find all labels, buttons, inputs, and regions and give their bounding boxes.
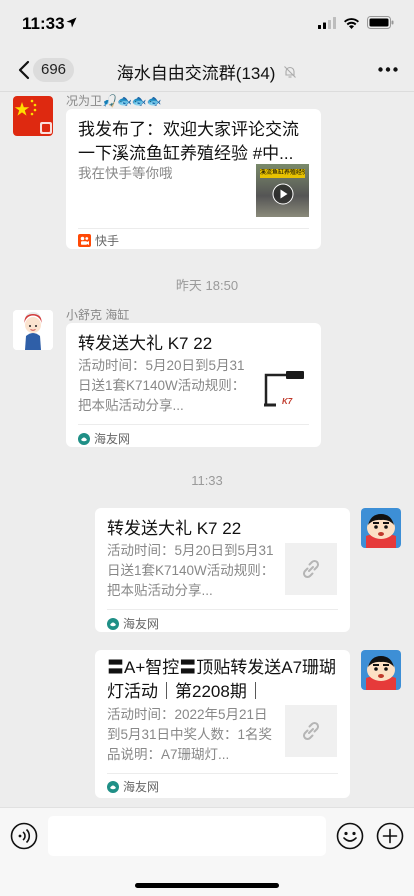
my-share-card[interactable]: 〓A+智控〓顶贴转发送A7珊瑚灯活动｜第2208期｜ 活动时间：2022年5月2… — [95, 650, 350, 798]
card-divider — [78, 424, 309, 425]
home-indicator[interactable] — [135, 883, 279, 888]
status-indicators — [318, 16, 394, 29]
battery-icon — [367, 16, 394, 29]
china-flag-icon — [13, 96, 53, 136]
card-source: 快手 — [78, 232, 119, 249]
timestamp-label: 11:33 — [191, 473, 223, 488]
card-title: 转发送大礼 K7 22 — [78, 334, 213, 353]
chat-title[interactable]: 海水自由交流群(134) — [0, 59, 414, 84]
haiyou-logo-icon — [78, 432, 90, 445]
haiyou-share-card[interactable]: 转发送大礼 K7 22 活动时间：5月20日到5月31日送1套K7140W活动规… — [66, 323, 321, 447]
product-thumbnail: K7 — [256, 361, 309, 414]
status-bar: 11:33 — [0, 0, 414, 48]
more-options-icon[interactable] — [378, 67, 398, 72]
led-light-product-icon — [256, 361, 309, 414]
card-source: 海友网 — [78, 430, 130, 447]
wifi-icon — [344, 17, 359, 29]
timestamp-label: 昨天 18:50 — [175, 278, 239, 293]
card-source: 海友网 — [107, 778, 159, 795]
card-title: 转发送大礼 K7 22 — [107, 519, 242, 538]
crayon-shin-chan-avatar-icon — [361, 508, 401, 548]
sender-name: 况为卫🎣🐟🐟🐟 — [66, 94, 162, 108]
emoji-icon[interactable] — [336, 822, 364, 850]
my-avatar[interactable] — [361, 508, 401, 548]
cellular-signal-icon — [318, 16, 336, 29]
voice-input-icon[interactable] — [10, 822, 38, 850]
cartoon-pilot-avatar-icon — [13, 310, 53, 350]
haiyou-logo-icon — [107, 780, 119, 793]
status-time: 11:33 — [22, 14, 65, 33]
card-source-label: 快手 — [95, 234, 120, 248]
sender-avatar-china-flag[interactable] — [13, 96, 53, 136]
thumbnail-caption: 溪流鱼缸养殖经验 — [260, 169, 305, 178]
card-description: 活动时间：2022年5月21日到5月31日中奖人数：1名奖品说明：A7珊瑚灯..… — [107, 707, 273, 762]
link-icon — [302, 559, 320, 579]
video-thumbnail: 溪流鱼缸养殖经验 — [256, 164, 309, 217]
location-arrow-icon — [66, 17, 77, 28]
crayon-shin-chan-avatar-icon — [361, 650, 401, 690]
kuaishou-share-card[interactable]: 我发布了：欢迎大家评论交流一下溪流鱼缸养殖经验 #中... 我在快手等你哦 溪流… — [66, 109, 321, 249]
card-description: 活动时间：5月20日到5月31日送1套K7140W活动规则：把本贴活动分享... — [78, 358, 246, 413]
message-text-input[interactable] — [48, 816, 326, 856]
sender-avatar-cartoon[interactable] — [13, 310, 53, 350]
card-description: 活动时间：5月20日到5月31日送1套K7140W活动规则：把本贴活动分享... — [107, 543, 275, 598]
chat-title-text: 海水自由交流群(134) — [116, 64, 276, 83]
chat-header: 696 海水自由交流群(134) — [0, 48, 414, 92]
kuaishou-logo-icon — [78, 234, 91, 247]
add-more-icon[interactable] — [376, 822, 404, 850]
link-thumbnail — [285, 705, 337, 757]
card-source-label: 海友网 — [94, 432, 131, 446]
card-title: 我发布了：欢迎大家评论交流一下溪流鱼缸养殖经验 #中... — [78, 120, 299, 163]
card-title: 〓A+智控〓顶贴转发送A7珊瑚灯活动｜第2208期｜ — [107, 658, 337, 701]
haiyou-logo-icon — [107, 617, 119, 630]
card-source-label: 海友网 — [123, 780, 160, 794]
thumbnail-caption: K7 — [282, 397, 293, 406]
link-thumbnail — [285, 543, 337, 595]
card-divider — [107, 609, 338, 610]
card-divider — [107, 773, 338, 774]
card-source: 海友网 — [107, 615, 159, 632]
card-description: 我在快手等你哦 — [78, 166, 173, 181]
my-avatar[interactable] — [361, 650, 401, 690]
card-divider — [78, 228, 309, 229]
my-share-card[interactable]: 转发送大礼 K7 22 活动时间：5月20日到5月31日送1套K7140W活动规… — [95, 508, 350, 632]
link-icon — [302, 721, 320, 741]
sender-name: 小舒克 海缸 — [66, 308, 130, 322]
mute-bell-icon — [284, 65, 297, 78]
card-source-label: 海友网 — [123, 617, 160, 631]
play-icon — [272, 183, 294, 205]
